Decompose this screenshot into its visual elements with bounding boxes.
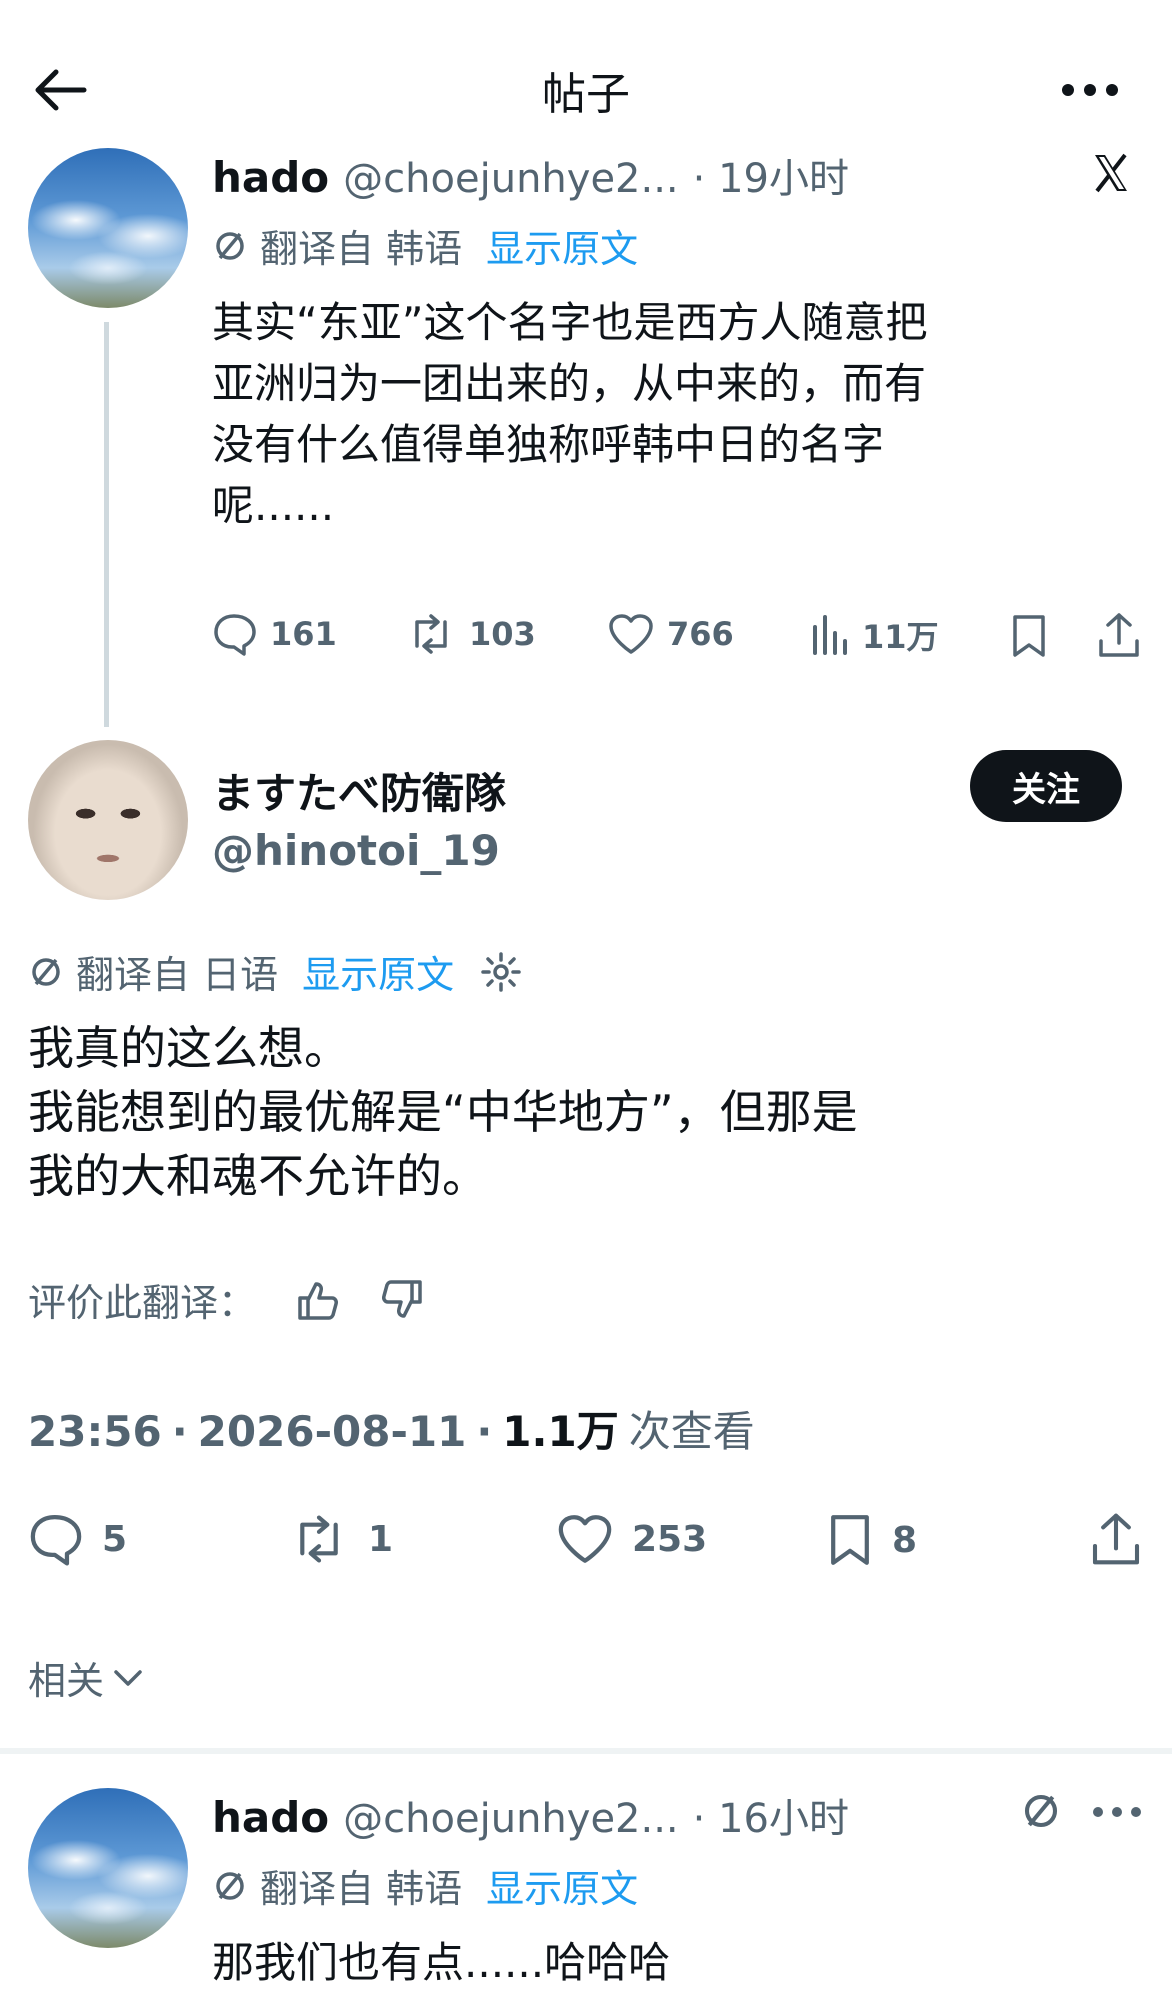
translate-icon xyxy=(212,1868,248,1904)
translate-icon xyxy=(28,954,64,990)
bookmark-button[interactable]: 8 xyxy=(826,1512,917,1568)
repost-button[interactable]: 103 xyxy=(405,612,536,656)
more-options-icon[interactable] xyxy=(1055,72,1125,108)
thumbs-up-icon[interactable] xyxy=(296,1278,340,1322)
repost-count: 1 xyxy=(368,1518,394,1560)
page-title: 帖子 xyxy=(542,69,630,120)
author-handle[interactable]: @choejunhye2... xyxy=(343,156,678,202)
like-count: 766 xyxy=(667,615,734,653)
show-original-link[interactable]: 显示原文 xyxy=(302,944,454,999)
post-text-line: 我能想到的最优解是“中华地方”，但那是 xyxy=(28,1085,858,1139)
section-divider xyxy=(0,1748,1172,1754)
views-count: 11万 xyxy=(862,618,939,656)
author-name[interactable]: ますたべ防衛隊 xyxy=(212,760,506,821)
avatar[interactable] xyxy=(28,1788,188,1948)
translation-row: 翻译自 韩语 显示原文 xyxy=(212,1858,638,1913)
bookmark-icon xyxy=(831,1515,869,1565)
rate-translation-row: 评价此翻译： xyxy=(28,1272,424,1327)
repost-icon xyxy=(300,1515,338,1563)
heart-icon xyxy=(609,614,653,654)
avatar[interactable] xyxy=(28,148,188,308)
heart-icon xyxy=(558,1515,612,1563)
top-bar: 帖子 xyxy=(0,0,1172,150)
reply-button[interactable]: 5 xyxy=(28,1512,127,1566)
reply-count: 161 xyxy=(270,615,337,653)
post-time[interactable]: · 16小时 xyxy=(693,1786,849,1844)
post-time[interactable]: · 19小时 xyxy=(693,146,849,204)
post-text-line: 其实“东亚”这个名字也是西方人随意把 xyxy=(212,298,928,347)
bookmark-icon[interactable] xyxy=(1006,612,1052,660)
post-time[interactable]: 23:56 xyxy=(28,1407,162,1456)
views-button[interactable]: 11万 xyxy=(810,612,939,658)
like-count: 253 xyxy=(632,1518,708,1560)
x-logo-icon xyxy=(1086,148,1136,198)
thumbs-down-icon[interactable] xyxy=(380,1278,424,1322)
translate-icon xyxy=(1018,1788,1064,1834)
related-label: 相关 xyxy=(28,1659,105,1703)
post-timestamp-row: 23:56 · 2026-08-11 · 1.1万 次查看 xyxy=(28,1398,755,1459)
author-name[interactable]: hado xyxy=(212,1793,329,1842)
post-text: 那我们也有点......哈哈哈 xyxy=(212,1938,671,1987)
like-button[interactable]: 766 xyxy=(607,612,734,656)
translation-note: 翻译自 韩语 xyxy=(260,227,463,271)
show-original-link[interactable]: 显示原文 xyxy=(486,1858,638,1913)
post-header: hado @choejunhye2... · 16小时 xyxy=(212,1786,849,1844)
reply-icon xyxy=(30,1514,82,1566)
chevron-down-icon xyxy=(112,1666,144,1690)
translation-row: 翻译自 日语 显示原文 xyxy=(28,944,522,999)
like-button[interactable]: 253 xyxy=(556,1512,707,1566)
reply-icon xyxy=(214,614,256,656)
author-name[interactable]: hado xyxy=(212,153,329,202)
post-text: 其实“东亚”这个名字也是西方人随意把 亚洲归为一团出来的，从中来的，而有 没有什… xyxy=(212,292,1162,536)
translation-note: 翻译自 日语 xyxy=(76,953,279,997)
dot-separator: · xyxy=(476,1407,493,1456)
views-label: 次查看 xyxy=(628,1407,755,1456)
thread-line xyxy=(104,322,109,727)
follow-button[interactable]: 关注 xyxy=(970,750,1122,822)
bookmark-count: 8 xyxy=(892,1519,918,1561)
post-text-line: 呢...... xyxy=(212,481,335,530)
show-original-link[interactable]: 显示原文 xyxy=(486,218,638,273)
post-text: 我真的这么想。 我能想到的最优解是“中华地方”，但那是 我的大和魂不允许的。 xyxy=(28,1016,1148,1208)
post-header: hado @choejunhye2... · 19小时 xyxy=(212,146,849,204)
views-count: 1.1万 xyxy=(502,1407,619,1456)
reply-count: 5 xyxy=(102,1518,128,1560)
dot-separator: · xyxy=(171,1407,188,1456)
more-options-icon[interactable] xyxy=(1090,1798,1144,1826)
share-icon[interactable] xyxy=(1095,610,1143,660)
post-text-line: 亚洲归为一团出来的，从中来的，而有 xyxy=(212,359,927,408)
views-chart-icon xyxy=(813,615,847,655)
share-icon[interactable] xyxy=(1088,1510,1144,1568)
repost-icon xyxy=(415,614,447,654)
repost-count: 103 xyxy=(469,615,536,653)
post-text-line: 我的大和魂不允许的。 xyxy=(28,1149,488,1203)
related-toggle[interactable]: 相关 xyxy=(28,1650,144,1705)
translation-note: 翻译自 韩语 xyxy=(260,1867,463,1911)
author-handle[interactable]: @choejunhye2... xyxy=(343,1796,678,1842)
author-handle[interactable]: @hinotoi_19 xyxy=(212,826,500,875)
repost-button[interactable]: 1 xyxy=(288,1512,393,1566)
avatar[interactable] xyxy=(28,740,188,900)
post-date[interactable]: 2026-08-11 xyxy=(198,1407,467,1456)
translate-icon xyxy=(212,228,248,264)
rate-translation-label: 评价此翻译： xyxy=(28,1281,257,1325)
reply-button[interactable]: 161 xyxy=(212,612,337,656)
translation-row: 翻译自 韩语 显示原文 xyxy=(212,218,638,273)
post-text-line: 我真的这么想。 xyxy=(28,1021,350,1075)
post-text-line: 没有什么值得单独称呼韩中日的名字 xyxy=(212,420,885,469)
gear-icon[interactable] xyxy=(480,951,522,993)
